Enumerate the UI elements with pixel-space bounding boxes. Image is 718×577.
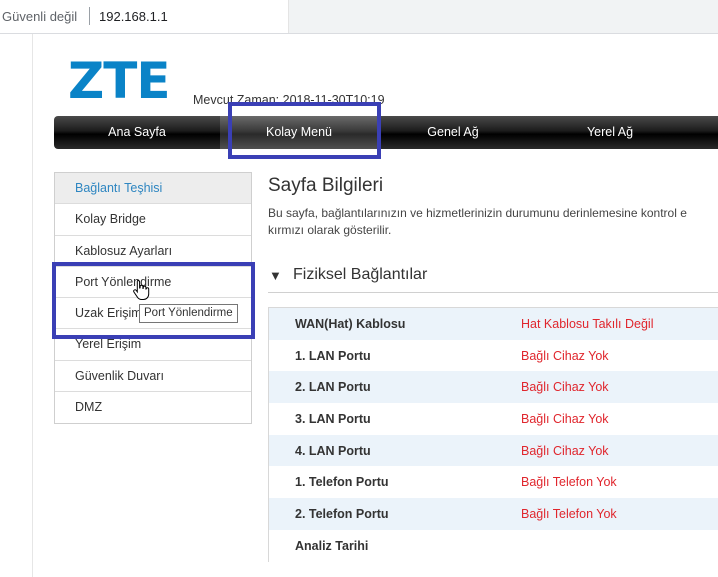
row-value: Bağlı Telefon Yok: [521, 475, 617, 490]
highlight-box-kolay-menu: [228, 102, 381, 159]
row-value: Bağlı Cihaz Yok: [521, 348, 609, 363]
description-line-1: Bu sayfa, bağlantılarınızın ve hizmetler…: [268, 206, 687, 220]
tab-yerel-ag[interactable]: Yerel Ağ: [528, 116, 692, 149]
row-key: 2. LAN Portu: [295, 380, 371, 395]
security-label[interactable]: Güvenli değil: [2, 9, 77, 24]
url-text[interactable]: 192.168.1.1: [99, 9, 168, 24]
sidebar-item-dmz[interactable]: DMZ: [55, 392, 251, 423]
table-row: WAN(Hat) Kablosu Hat Kablosu Takılı Deği…: [269, 308, 718, 340]
table-row: 2. Telefon Portu Bağlı Telefon Yok: [269, 498, 718, 530]
row-key: 1. Telefon Portu: [295, 475, 389, 490]
page-description: Bu sayfa, bağlantılarınızın ve hizmetler…: [268, 205, 718, 239]
physical-connections-table: WAN(Hat) Kablosu Hat Kablosu Takılı Deği…: [268, 307, 718, 562]
highlight-box-port-yonlendirme: [52, 262, 255, 339]
table-row: 3. LAN Portu Bağlı Cihaz Yok: [269, 403, 718, 435]
table-row: 4. LAN Portu Bağlı Cihaz Yok: [269, 434, 718, 467]
page-title: Sayfa Bilgileri: [268, 175, 384, 196]
tab-ana-sayfa[interactable]: Ana Sayfa: [54, 116, 220, 149]
tab-genel-ag[interactable]: Genel Ağ: [378, 116, 528, 149]
row-key: WAN(Hat) Kablosu: [295, 317, 406, 331]
table-row: Analiz Tarihi: [269, 530, 718, 562]
row-value: Bağlı Cihaz Yok: [521, 443, 609, 458]
address-separator: [89, 7, 90, 25]
row-key: 1. LAN Portu: [295, 348, 371, 363]
table-row: 1. Telefon Portu Bağlı Telefon Yok: [269, 466, 718, 498]
row-key: 4. LAN Portu: [295, 443, 371, 458]
row-value: Hat Kablosu Takılı Değil: [521, 317, 654, 331]
table-row: 1. LAN Portu Bağlı Cihaz Yok: [269, 340, 718, 372]
url-box[interactable]: Güvenli değil 192.168.1.1: [0, 0, 289, 33]
section-title: Fiziksel Bağlantılar: [293, 266, 428, 283]
browser-address-bar: Güvenli değil 192.168.1.1: [0, 0, 718, 34]
row-key: 3. LAN Portu: [295, 412, 371, 427]
table-row: 2. LAN Portu Bağlı Cihaz Yok: [269, 371, 718, 404]
tooltip-port-yonlendirme: Port Yönlendirme: [139, 304, 238, 323]
collapse-triangle-icon[interactable]: ▼: [269, 268, 282, 283]
hand-cursor-icon: [133, 279, 150, 300]
sidebar-item-baglanti-teshisi[interactable]: Bağlantı Teşhisi: [55, 173, 251, 205]
row-value: Bağlı Cihaz Yok: [521, 380, 609, 395]
page-frame-left: [0, 34, 33, 577]
section-header-fiziksel-baglantilar[interactable]: ▼ Fiziksel Bağlantılar: [268, 262, 718, 293]
row-key: Analiz Tarihi: [295, 538, 369, 553]
row-value: Bağlı Cihaz Yok: [521, 412, 609, 427]
row-value: Bağlı Telefon Yok: [521, 507, 617, 522]
sidebar-item-kolay-bridge[interactable]: Kolay Bridge: [55, 204, 251, 236]
zte-logo: ZTE: [68, 52, 171, 110]
top-navigation: Ana Sayfa Kolay Menü Genel Ağ Yerel Ağ: [54, 116, 718, 149]
description-line-2: kırmızı olarak gösterilir.: [268, 223, 392, 237]
sidebar-item-guvenlik-duvari[interactable]: Güvenlik Duvarı: [55, 361, 251, 393]
row-key: 2. Telefon Portu: [295, 507, 389, 522]
